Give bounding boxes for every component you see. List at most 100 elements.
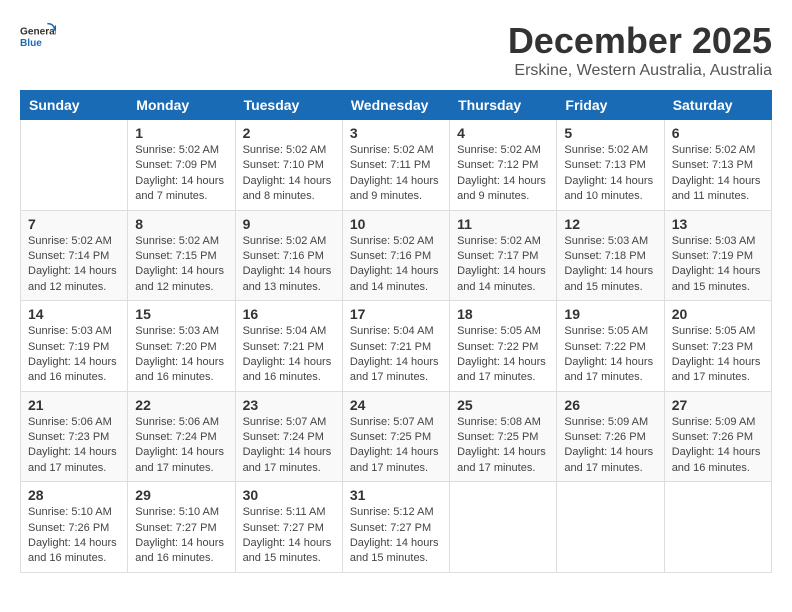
day-number: 25 — [457, 397, 549, 413]
day-number: 1 — [135, 125, 227, 141]
day-number: 29 — [135, 487, 227, 503]
day-number: 7 — [28, 216, 120, 232]
day-info: Sunrise: 5:08 AMSunset: 7:25 PMDaylight:… — [457, 415, 549, 477]
day-number: 22 — [135, 397, 227, 413]
calendar-cell: 2 Sunrise: 5:02 AMSunset: 7:10 PMDaylight… — [235, 120, 342, 211]
calendar-cell: 14 Sunrise: 5:03 AMSunset: 7:19 PMDayligh… — [21, 301, 128, 392]
day-number: 10 — [350, 216, 442, 232]
calendar-cell: 8 Sunrise: 5:02 AMSunset: 7:15 PMDaylight… — [128, 210, 235, 301]
calendar-cell: 6 Sunrise: 5:02 AMSunset: 7:13 PMDaylight… — [664, 120, 771, 211]
svg-text:General: General — [20, 26, 56, 37]
calendar-cell: 15Sunrise: 5:03 AMSunset: 7:20 PMDayligh… — [128, 301, 235, 392]
calendar-cell: 4 Sunrise: 5:02 AMSunset: 7:12 PMDaylight… — [450, 120, 557, 211]
day-info: Sunrise: 5:02 AMSunset: 7:17 PMDaylight:… — [457, 234, 549, 296]
day-info: Sunrise: 5:11 AMSunset: 7:27 PMDaylight:… — [243, 505, 335, 567]
day-number: 19 — [564, 306, 656, 322]
day-info: Sunrise: 5:02 AMSunset: 7:13 PMDaylight:… — [672, 143, 764, 205]
day-number: 8 — [135, 216, 227, 232]
weekday-header-row: SundayMondayTuesdayWednesdayThursdayFrid… — [21, 91, 772, 120]
day-info: Sunrise: 5:02 AMSunset: 7:12 PMDaylight:… — [457, 143, 549, 205]
day-number: 13 — [672, 216, 764, 232]
calendar-cell: 24 Sunrise: 5:07 AMSunset: 7:25 PMDayligh… — [342, 391, 449, 482]
calendar-cell: 16Sunrise: 5:04 AMSunset: 7:21 PMDayligh… — [235, 301, 342, 392]
calendar-cell: 13Sunrise: 5:03 AMSunset: 7:19 PMDayligh… — [664, 210, 771, 301]
page-header: General Blue December 2025 Erskine, West… — [20, 20, 772, 80]
calendar-cell: 29 Sunrise: 5:10 AMSunset: 7:27 PMDayligh… — [128, 482, 235, 573]
day-number: 3 — [350, 125, 442, 141]
calendar-table: SundayMondayTuesdayWednesdayThursdayFrid… — [20, 90, 772, 573]
day-info: Sunrise: 5:02 AMSunset: 7:10 PMDaylight:… — [243, 143, 335, 205]
calendar-week-1: 1 Sunrise: 5:02 AMSunset: 7:09 PMDaylight… — [21, 120, 772, 211]
day-info: Sunrise: 5:05 AMSunset: 7:22 PMDaylight:… — [564, 324, 656, 386]
calendar-cell — [664, 482, 771, 573]
day-number: 26 — [564, 397, 656, 413]
day-info: Sunrise: 5:02 AMSunset: 7:09 PMDaylight:… — [135, 143, 227, 205]
calendar-cell: 22 Sunrise: 5:06 AMSunset: 7:24 PMDayligh… — [128, 391, 235, 482]
day-number: 27 — [672, 397, 764, 413]
day-info: Sunrise: 5:03 AMSunset: 7:19 PMDaylight:… — [28, 324, 120, 386]
calendar-cell — [21, 120, 128, 211]
calendar-cell: 18 Sunrise: 5:05 AMSunset: 7:22 PMDayligh… — [450, 301, 557, 392]
day-info: Sunrise: 5:07 AMSunset: 7:25 PMDaylight:… — [350, 415, 442, 477]
logo-icon: General Blue — [20, 20, 56, 56]
day-info: Sunrise: 5:03 AMSunset: 7:18 PMDaylight:… — [564, 234, 656, 296]
day-number: 30 — [243, 487, 335, 503]
day-info: Sunrise: 5:06 AMSunset: 7:24 PMDaylight:… — [135, 415, 227, 477]
day-info: Sunrise: 5:09 AMSunset: 7:26 PMDaylight:… — [564, 415, 656, 477]
calendar-cell: 27Sunrise: 5:09 AMSunset: 7:26 PMDayligh… — [664, 391, 771, 482]
day-number: 20 — [672, 306, 764, 322]
calendar-cell: 1 Sunrise: 5:02 AMSunset: 7:09 PMDaylight… — [128, 120, 235, 211]
day-info: Sunrise: 5:10 AMSunset: 7:27 PMDaylight:… — [135, 505, 227, 567]
calendar-cell: 7 Sunrise: 5:02 AMSunset: 7:14 PMDaylight… — [21, 210, 128, 301]
location-title: Erskine, Western Australia, Australia — [508, 62, 772, 80]
day-info: Sunrise: 5:05 AMSunset: 7:23 PMDaylight:… — [672, 324, 764, 386]
weekday-header-thursday: Thursday — [450, 91, 557, 120]
weekday-header-wednesday: Wednesday — [342, 91, 449, 120]
calendar-cell — [450, 482, 557, 573]
calendar-cell: 19 Sunrise: 5:05 AMSunset: 7:22 PMDayligh… — [557, 301, 664, 392]
day-info: Sunrise: 5:06 AMSunset: 7:23 PMDaylight:… — [28, 415, 120, 477]
day-info: Sunrise: 5:07 AMSunset: 7:24 PMDaylight:… — [243, 415, 335, 477]
day-number: 17 — [350, 306, 442, 322]
weekday-header-sunday: Sunday — [21, 91, 128, 120]
calendar-cell — [557, 482, 664, 573]
day-info: Sunrise: 5:05 AMSunset: 7:22 PMDaylight:… — [457, 324, 549, 386]
calendar-cell: 12 Sunrise: 5:03 AMSunset: 7:18 PMDayligh… — [557, 210, 664, 301]
calendar-cell: 5Sunrise: 5:02 AMSunset: 7:13 PMDaylight… — [557, 120, 664, 211]
day-info: Sunrise: 5:12 AMSunset: 7:27 PMDaylight:… — [350, 505, 442, 567]
calendar-week-5: 28Sunrise: 5:10 AMSunset: 7:26 PMDayligh… — [21, 482, 772, 573]
calendar-week-4: 21Sunrise: 5:06 AMSunset: 7:23 PMDayligh… — [21, 391, 772, 482]
calendar-week-2: 7 Sunrise: 5:02 AMSunset: 7:14 PMDaylight… — [21, 210, 772, 301]
day-number: 18 — [457, 306, 549, 322]
day-number: 12 — [564, 216, 656, 232]
day-number: 31 — [350, 487, 442, 503]
day-number: 24 — [350, 397, 442, 413]
day-info: Sunrise: 5:04 AMSunset: 7:21 PMDaylight:… — [243, 324, 335, 386]
calendar-cell: 3Sunrise: 5:02 AMSunset: 7:11 PMDaylight… — [342, 120, 449, 211]
day-info: Sunrise: 5:02 AMSunset: 7:16 PMDaylight:… — [243, 234, 335, 296]
day-info: Sunrise: 5:02 AMSunset: 7:15 PMDaylight:… — [135, 234, 227, 296]
day-number: 9 — [243, 216, 335, 232]
calendar-cell: 28Sunrise: 5:10 AMSunset: 7:26 PMDayligh… — [21, 482, 128, 573]
svg-text:Blue: Blue — [20, 38, 42, 49]
calendar-week-3: 14 Sunrise: 5:03 AMSunset: 7:19 PMDayligh… — [21, 301, 772, 392]
title-area: December 2025 Erskine, Western Australia… — [508, 20, 772, 80]
calendar-cell: 21Sunrise: 5:06 AMSunset: 7:23 PMDayligh… — [21, 391, 128, 482]
calendar-cell: 20 Sunrise: 5:05 AMSunset: 7:23 PMDayligh… — [664, 301, 771, 392]
day-info: Sunrise: 5:02 AMSunset: 7:13 PMDaylight:… — [564, 143, 656, 205]
calendar-cell: 11Sunrise: 5:02 AMSunset: 7:17 PMDayligh… — [450, 210, 557, 301]
day-number: 6 — [672, 125, 764, 141]
day-number: 14 — [28, 306, 120, 322]
calendar-cell: 26 Sunrise: 5:09 AMSunset: 7:26 PMDayligh… — [557, 391, 664, 482]
day-info: Sunrise: 5:10 AMSunset: 7:26 PMDaylight:… — [28, 505, 120, 567]
day-number: 2 — [243, 125, 335, 141]
weekday-header-monday: Monday — [128, 91, 235, 120]
calendar-cell: 30 Sunrise: 5:11 AMSunset: 7:27 PMDayligh… — [235, 482, 342, 573]
day-info: Sunrise: 5:02 AMSunset: 7:14 PMDaylight:… — [28, 234, 120, 296]
day-info: Sunrise: 5:03 AMSunset: 7:20 PMDaylight:… — [135, 324, 227, 386]
day-number: 4 — [457, 125, 549, 141]
calendar-cell: 23 Sunrise: 5:07 AMSunset: 7:24 PMDayligh… — [235, 391, 342, 482]
calendar-cell: 10Sunrise: 5:02 AMSunset: 7:16 PMDayligh… — [342, 210, 449, 301]
day-number: 23 — [243, 397, 335, 413]
calendar-cell: 17Sunrise: 5:04 AMSunset: 7:21 PMDayligh… — [342, 301, 449, 392]
